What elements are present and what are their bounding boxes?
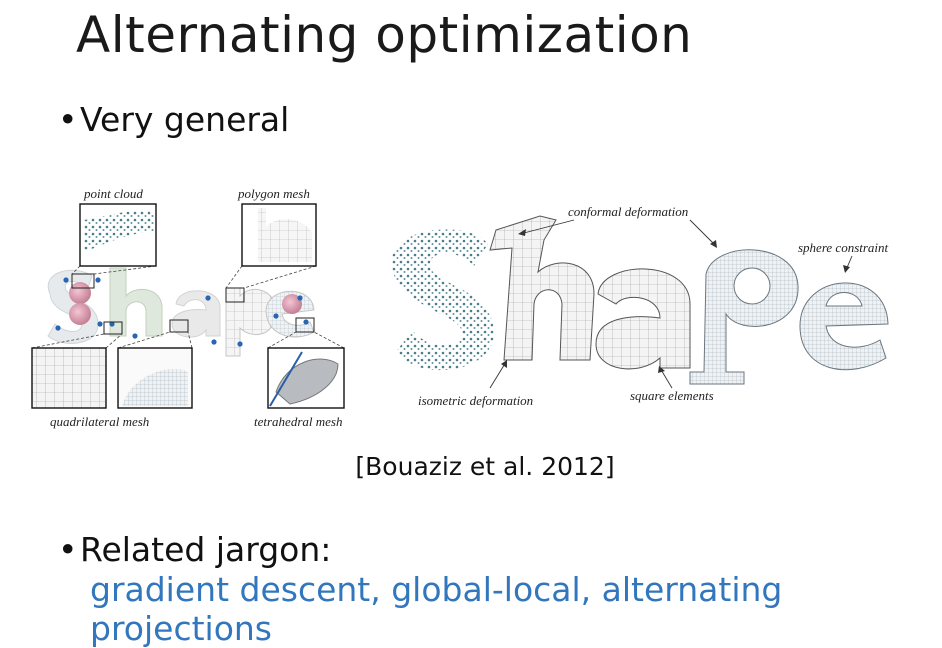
slide-title: Alternating optimization [76,6,693,64]
sphere-marker [69,303,91,325]
letter-h-mesh [489,215,595,361]
left-figure: point cloud polygon mesh quadrilateral m… [31,186,345,429]
label-conformal-deformation: conformal deformation [568,204,688,219]
bullet-text: Related jargon: [80,530,332,569]
bullet-dot: • [58,100,78,139]
label-tetrahedral-mesh: tetrahedral mesh [254,414,342,429]
label-sphere-constraint: sphere constraint [798,240,889,255]
label-quadrilateral-mesh: quadrilateral mesh [50,414,149,429]
shape-figure: point cloud polygon mesh quadrilateral m… [31,186,889,429]
bullet-very-general: •Very general [58,100,289,139]
letter-a-mesh [595,268,691,370]
letter-s-point-cloud [391,229,494,371]
jargon-terms: gradient descent, global-local, alternat… [90,570,783,648]
label-polygon-mesh: polygon mesh [237,186,310,201]
bullet-text: Very general [80,100,290,139]
citation: [Bouaziz et al. 2012] [355,452,615,481]
letter-e-mesh [799,282,889,371]
label-isometric-deformation: isometric deformation [418,393,533,408]
label-point-cloud: point cloud [83,186,143,201]
bullet-dot: • [58,530,78,569]
label-square-elements: square elements [630,388,714,403]
bullet-related-jargon: •Related jargon: [58,530,331,569]
inset-quadrilateral-mesh [31,347,107,409]
right-figure: conformal deformation sphere constraint … [391,204,889,408]
